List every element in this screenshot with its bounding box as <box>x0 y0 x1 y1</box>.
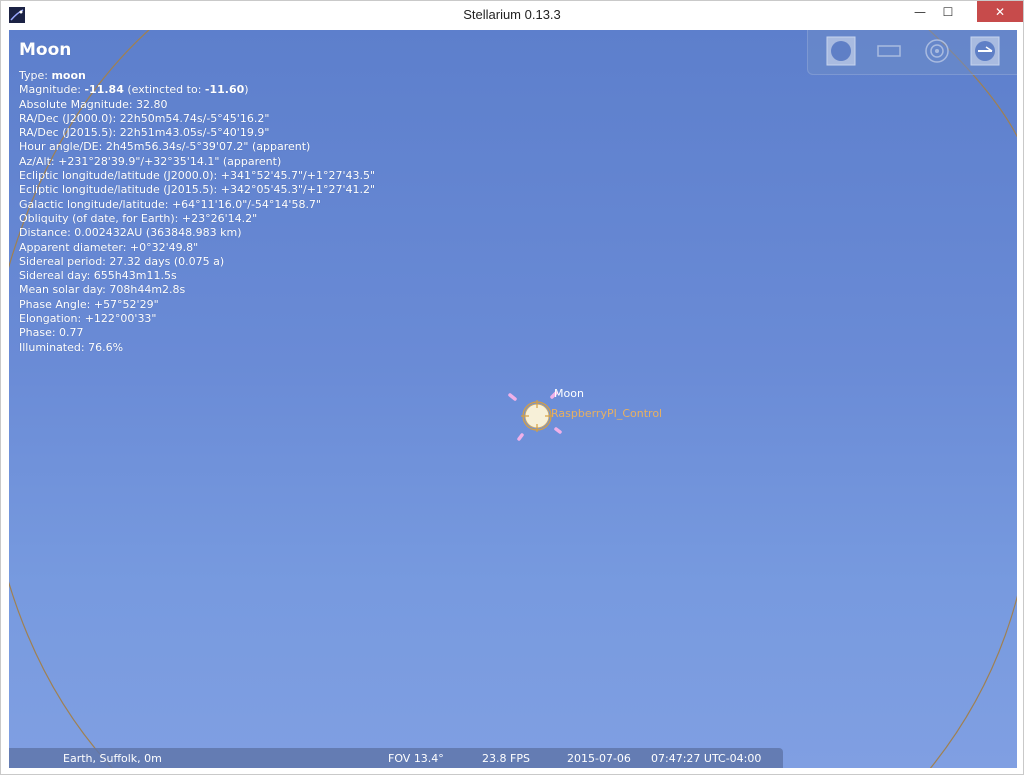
extincted-value: -11.60 <box>204 83 245 97</box>
info-line: Mean solar day: 708h44m2.8s <box>19 283 186 297</box>
info-line: Ecliptic longitude/latitude (J2000.0): +… <box>19 169 376 183</box>
moon-label: Moon <box>554 387 584 400</box>
minimize-button[interactable]: — <box>905 1 935 22</box>
extincted-close: ) <box>244 83 249 97</box>
magnitude-label: Magnitude: <box>19 83 85 97</box>
telescope-label: RaspberryPI_Control <box>551 407 663 420</box>
plugin-toolbar <box>807 30 1017 75</box>
info-line: RA/Dec (J2000.0): 22h50m54.74s/-5°45'16.… <box>19 111 270 125</box>
info-type-line: Type: moon <box>19 69 375 83</box>
object-info-panel: Moon Type: moon Magnitude: -11.84 (extin… <box>19 40 375 355</box>
fps-text: 23.8 FPS <box>482 752 530 765</box>
info-line: Elongation: +122°00'33" <box>19 312 157 326</box>
telrad-icon[interactable] <box>970 36 1000 66</box>
info-line: RA/Dec (J2015.5): 22h51m43.05s/-5°40'19.… <box>19 126 270 140</box>
ccd-frame-icon[interactable] <box>874 36 904 66</box>
close-button[interactable]: ✕ <box>977 1 1023 22</box>
info-line: Galactic longitude/latitude: +64°11'16.0… <box>19 197 321 211</box>
date-text: 2015-07-06 <box>567 752 631 765</box>
ocular-circle-arc-left-bottom <box>9 581 113 768</box>
ocular-icon[interactable] <box>922 36 952 66</box>
info-line: Absolute Magnitude: 32.80 <box>19 97 168 111</box>
info-line: Distance: 0.002432AU (363848.983 km) <box>19 226 242 240</box>
info-line: Apparent diameter: +0°32'49.8" <box>19 240 199 254</box>
time-text: 07:47:27 UTC-04:00 <box>651 752 762 765</box>
info-line: Ecliptic longitude/latitude (J2015.5): +… <box>19 183 376 197</box>
info-line: Illuminated: 76.6% <box>19 340 124 354</box>
object-name: Moon <box>19 40 72 60</box>
status-bar: Earth, Suffolk, 0m FOV 13.4° 23.8 FPS 20… <box>9 748 783 768</box>
title-bar[interactable]: Stellarium 0.13.3 — ☐ ✕ <box>1 1 1023 30</box>
info-line: Sidereal period: 27.32 days (0.075 a) <box>19 254 225 268</box>
sky-view[interactable]: Moon Type: moon Magnitude: -11.84 (extin… <box>9 30 1017 768</box>
info-line: Sidereal day: 655h43m11.5s <box>19 269 177 283</box>
type-value: moon <box>51 69 86 82</box>
info-magnitude-line: Magnitude: -11.84 (extincted to: -11.60) <box>19 83 375 97</box>
fov-text: FOV 13.4° <box>388 752 444 765</box>
magnitude-value: -11.84 <box>84 83 124 97</box>
info-line: Phase: 0.77 <box>19 326 84 340</box>
extincted-label: (extincted to: <box>123 83 205 97</box>
telescope-slew-icon[interactable] <box>826 36 856 66</box>
location-text: Earth, Suffolk, 0m <box>63 752 162 765</box>
info-line: Az/Alt: +231°28'39.9"/+32°35'14.1" (appa… <box>19 154 282 168</box>
window-title: Stellarium 0.13.3 <box>463 7 561 22</box>
info-line: Phase Angle: +57°52'29" <box>19 297 159 311</box>
maximize-button[interactable]: ☐ <box>933 1 963 22</box>
info-line: Obliquity (of date, for Earth): +23°26'1… <box>19 211 258 225</box>
ocular-circle-arc-right-bottom <box>929 595 1017 768</box>
info-line: Hour angle/DE: 2h45m56.34s/-5°39'07.2" (… <box>19 140 311 154</box>
type-label: Type: <box>19 69 52 82</box>
stellarium-window: Stellarium 0.13.3 — ☐ ✕ Moon Type: moon … <box>0 0 1024 775</box>
